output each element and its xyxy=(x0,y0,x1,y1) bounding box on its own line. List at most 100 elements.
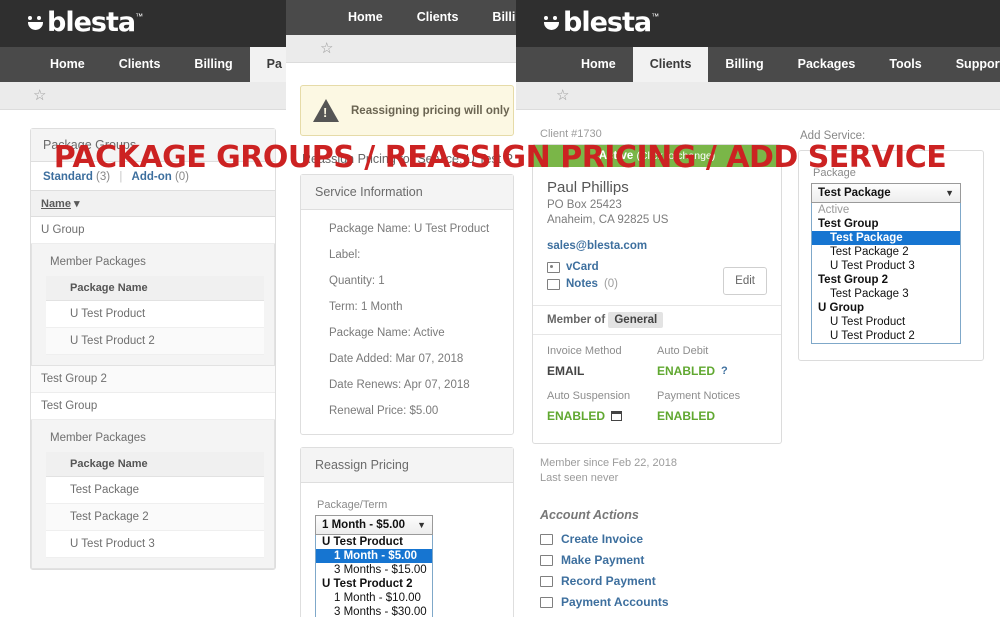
list-item[interactable]: Test Package xyxy=(46,476,264,504)
star-icon[interactable]: ☆ xyxy=(320,41,333,56)
package-select-value[interactable]: Test Package ▼ xyxy=(811,183,961,203)
option-group-label: U Test Product xyxy=(322,536,403,548)
chevron-down-icon: ▾ xyxy=(74,198,80,210)
bank-icon xyxy=(540,596,553,608)
client-card-body: Paul Phillips PO Box 25423 Anaheim, CA 9… xyxy=(533,167,781,305)
note-icon xyxy=(547,278,560,290)
package-selected-text: Test Package xyxy=(818,187,891,199)
option-item[interactable]: Test Package 2 xyxy=(812,245,960,259)
nav-clients[interactable]: Clients xyxy=(102,47,178,82)
package-term-select[interactable]: 1 Month - $5.00 ▼ U Test Product 1 Month… xyxy=(315,515,433,617)
invoice-method-label: Invoice Method xyxy=(547,345,622,357)
money-icon xyxy=(540,575,553,587)
service-field: Label: xyxy=(329,249,361,261)
list-item[interactable]: Test Package 2 xyxy=(46,503,264,531)
blesta-logo: blesta ™ xyxy=(28,9,143,37)
package-term-options-list[interactable]: U Test Product 1 Month - $5.00 3 Months … xyxy=(315,535,433,617)
client-card: Active (Click to change) Paul Phillips P… xyxy=(532,144,782,444)
service-information-body: Package Name: U Test Product Label: Quan… xyxy=(301,210,513,434)
option-group-label: Test Group 2 xyxy=(818,274,889,286)
action-make-payment[interactable]: Make Payment xyxy=(540,553,782,567)
client-column: Client #1730 Active (Click to change) Pa… xyxy=(532,128,782,617)
member-packages-section-u-group: Member Packages Package Name U Test Prod… xyxy=(31,244,275,366)
package-term-selected-text: 1 Month - $5.00 xyxy=(322,519,406,531)
option-item[interactable]: 1 Month - $10.00 xyxy=(316,591,432,605)
reassign-pricing-title: Reassign Pricing xyxy=(301,448,513,483)
table-row[interactable]: U Group xyxy=(31,216,275,244)
column-header-name[interactable]: Name ▾ xyxy=(31,190,275,217)
nav-tools[interactable]: Tools xyxy=(872,47,938,82)
option-item[interactable]: 3 Months - $30.00 xyxy=(316,605,432,617)
auto-debit-value: ENABLED ? xyxy=(657,364,767,386)
auto-debit-text: ENABLED xyxy=(657,364,716,378)
option-group-label: Test Group xyxy=(818,218,879,230)
client-profile-panel: blesta ™ Home Clients Billing Packages T… xyxy=(516,0,1000,617)
right-navbar: Home Clients Billing Packages Tools Supp… xyxy=(516,47,1000,82)
right-favorites-bar: ☆ xyxy=(516,82,1000,110)
client-meta: Member since Feb 22, 2018 Last seen neve… xyxy=(532,444,782,486)
nav-home[interactable]: Home xyxy=(564,47,633,82)
nav-packages[interactable]: Packages xyxy=(781,47,873,82)
client-address-line-1: PO Box 25423 xyxy=(547,199,622,211)
vcard-label: vCard xyxy=(566,261,599,273)
nav-packages[interactable]: Pa xyxy=(249,47,288,82)
package-select[interactable]: Test Package ▼ Active Test Group Test Pa… xyxy=(811,183,961,344)
package-groups-table: Name ▾ U Group xyxy=(31,190,275,244)
help-icon[interactable]: ? xyxy=(721,365,728,377)
option-item[interactable]: U Test Product xyxy=(812,315,960,329)
table-row[interactable]: Test Group xyxy=(31,392,275,420)
package-groups-card: Package Groups Standard (3) | Add-on (0)… xyxy=(30,128,276,570)
invoice-method-value: EMAIL xyxy=(547,364,585,378)
package-groups-panel: blesta ™ Home Clients Billing Pa ☆ Packa… xyxy=(0,0,290,617)
action-label: Create Invoice xyxy=(561,532,644,546)
add-service-column: Add Service: Package Test Package ▼ Acti… xyxy=(798,128,984,617)
chevron-down-icon: ▼ xyxy=(417,520,426,530)
list-item[interactable]: U Test Product xyxy=(46,300,264,328)
option-item[interactable]: 1 Month - $5.00 xyxy=(316,549,432,563)
auto-suspension-text: ENABLED xyxy=(547,409,606,423)
right-topbar: blesta ™ xyxy=(516,0,1000,47)
option-group-label: U Group xyxy=(818,302,864,314)
option-item[interactable]: U Test Product 2 xyxy=(812,329,960,343)
package-term-select-value[interactable]: 1 Month - $5.00 ▼ xyxy=(315,515,433,535)
service-information-title: Service Information xyxy=(301,175,513,210)
payment-notices-label: Payment Notices xyxy=(657,390,741,402)
option-item[interactable]: U Test Product 3 xyxy=(812,259,960,273)
list-item[interactable]: U Test Product 3 xyxy=(46,530,264,558)
table-row[interactable]: Test Group 2 xyxy=(31,366,275,393)
option-item[interactable]: 3 Months - $15.00 xyxy=(316,563,432,577)
column-header-package-name: Package Name xyxy=(46,452,264,477)
nav-support[interactable]: Support xyxy=(939,47,1000,82)
action-create-invoice[interactable]: Create Invoice xyxy=(540,532,782,546)
left-navbar: Home Clients Billing Pa xyxy=(0,47,288,82)
service-field: Package Name: Active xyxy=(329,327,445,339)
star-icon[interactable]: ☆ xyxy=(33,88,46,103)
mid-favorites-bar: ☆ xyxy=(286,35,528,63)
nav-billing[interactable]: Billing xyxy=(708,47,780,82)
action-record-payment[interactable]: Record Payment xyxy=(540,574,782,588)
nav-billing[interactable]: Billing xyxy=(177,47,249,82)
nav-clients[interactable]: Clients xyxy=(400,0,476,35)
service-field: Date Added: Mar 07, 2018 xyxy=(329,353,464,365)
nav-home[interactable]: Home xyxy=(331,0,400,35)
client-email-link[interactable]: sales@blesta.com xyxy=(547,240,767,252)
reassign-pricing-panel: Home Clients Billing ☆ Reassigning prici… xyxy=(286,0,530,617)
edit-button[interactable]: Edit xyxy=(723,267,767,295)
option-item[interactable]: Test Package xyxy=(812,231,960,245)
package-term-label: Package/Term xyxy=(317,499,388,511)
nav-home[interactable]: Home xyxy=(33,47,102,82)
option-item[interactable]: Test Package 3 xyxy=(812,287,960,301)
nav-clients[interactable]: Clients xyxy=(632,47,709,82)
service-information-card: Service Information Package Name: U Test… xyxy=(300,174,514,435)
warning-text: Reassigning pricing will only ch xyxy=(351,104,514,117)
action-payment-accounts[interactable]: Payment Accounts xyxy=(540,595,782,609)
list-item[interactable]: U Test Product 2 xyxy=(46,327,264,355)
warning-icon xyxy=(313,99,339,122)
column-header-name-label[interactable]: Name xyxy=(41,198,71,210)
service-field: Renewal Price: $5.00 xyxy=(329,405,439,417)
star-icon[interactable]: ☆ xyxy=(556,88,569,103)
member-packages-title: Member Packages xyxy=(50,432,146,444)
account-actions-list: Create Invoice Make Payment Record Payme… xyxy=(532,532,782,617)
package-options-list[interactable]: Active Test Group Test Package Test Pack… xyxy=(811,203,961,344)
member-since: Member since Feb 22, 2018 xyxy=(540,457,677,469)
